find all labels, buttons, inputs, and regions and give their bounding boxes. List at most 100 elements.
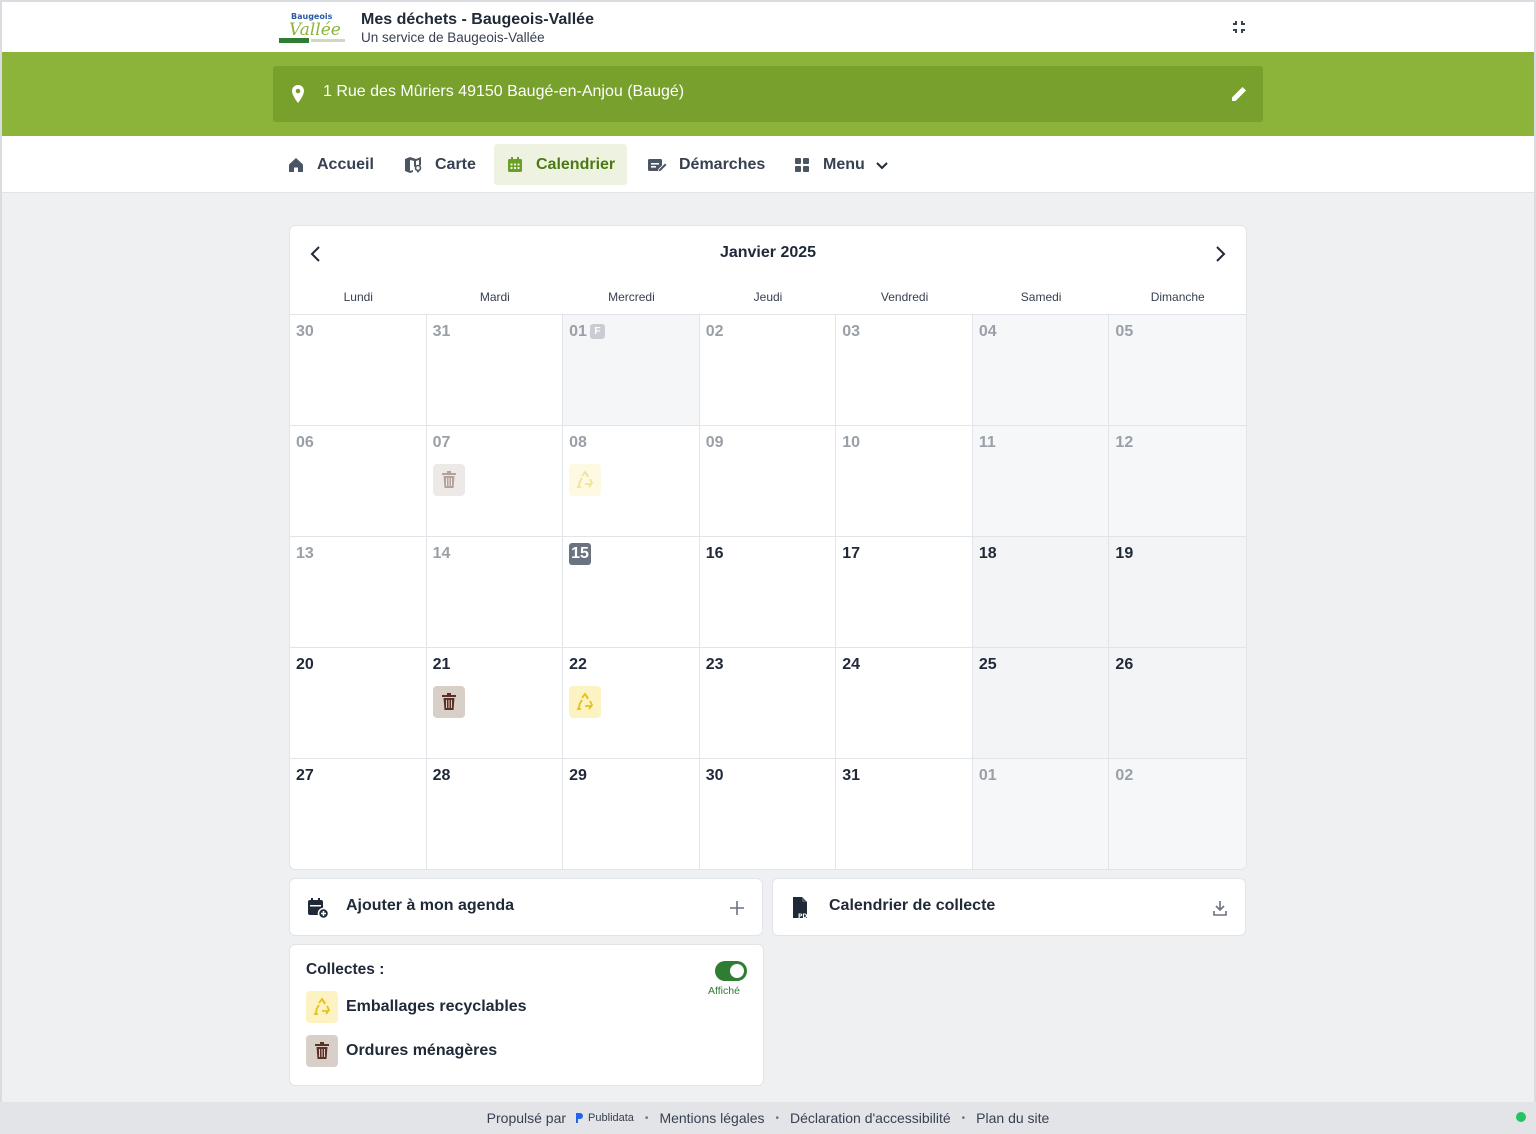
footer-separator: •	[644, 1112, 649, 1124]
map-pin-icon	[289, 84, 307, 104]
svg-text:Vallée: Vallée	[289, 20, 341, 40]
calendar-day[interactable]: 27	[290, 759, 427, 869]
calendar-day[interactable]: 08	[563, 426, 700, 537]
calendar-day[interactable]: 30	[290, 315, 427, 426]
calendar-day[interactable]: 02	[699, 315, 837, 426]
day-number: 02	[1115, 767, 1134, 784]
trash-icon[interactable]	[432, 686, 465, 718]
calendar-day[interactable]: 31	[426, 315, 564, 426]
add-to-agenda-button[interactable]: Ajouter à mon agenda	[289, 878, 763, 936]
download-calendar-label: Calendrier de collecte	[829, 897, 996, 914]
calendar-day[interactable]: 14	[426, 537, 564, 648]
grid-icon	[795, 157, 809, 172]
nav-demarches[interactable]: Démarches	[635, 144, 777, 185]
calendar-day[interactable]: 02	[1109, 759, 1246, 869]
display-toggle-label: Affiché	[708, 985, 740, 997]
nav-carte-label: Carte	[435, 155, 476, 173]
day-number: 15	[569, 543, 591, 565]
calendar-day[interactable]: 25	[972, 648, 1110, 759]
footer: Propulsé par Publidata • Mentions légale…	[0, 1102, 1536, 1134]
accessibility-link[interactable]: Déclaration d'accessibilité	[790, 1110, 951, 1126]
address-selector[interactable]: 1 Rue des Mûriers 49150 Baugé-en-Anjou (…	[273, 66, 1263, 122]
calendar-day[interactable]: 04	[972, 315, 1110, 426]
calendar-day[interactable]: 18	[972, 537, 1110, 648]
weekday-label: Dimanche	[1150, 290, 1205, 304]
pencil-icon[interactable]	[1229, 84, 1249, 104]
calendar-day[interactable]: 11	[972, 426, 1110, 537]
day-number: 19	[1115, 545, 1134, 562]
calendar-day-today[interactable]: 15	[563, 537, 700, 648]
calendar-day[interactable]: 10	[836, 426, 973, 537]
recycle-icon[interactable]	[569, 464, 602, 496]
recycle-icon[interactable]	[569, 686, 602, 718]
add-to-agenda-label: Ajouter à mon agenda	[346, 897, 515, 914]
calendar-day[interactable]: 23	[699, 648, 837, 759]
calendar-day[interactable]: 31	[836, 759, 973, 869]
sitemap-link[interactable]: Plan du site	[976, 1110, 1049, 1126]
baugeois-vallee-logo[interactable]: Baugeois Vallée	[277, 10, 349, 46]
day-number: 02	[705, 323, 724, 340]
day-number: 28	[432, 767, 451, 784]
calendar-day[interactable]: 20	[290, 648, 427, 759]
nav-menu-label: Menu	[823, 155, 865, 173]
map-icon	[405, 156, 422, 173]
calendar-day[interactable]: 01	[972, 759, 1110, 869]
day-number: 23	[705, 656, 724, 673]
calendar-day[interactable]: 13	[290, 537, 427, 648]
day-number: 22	[569, 656, 587, 673]
publidata-link[interactable]: Publidata	[574, 1112, 634, 1124]
day-number: 30	[296, 323, 314, 340]
calendar-day[interactable]: 17	[836, 537, 973, 648]
calendar-day[interactable]: 24	[836, 648, 973, 759]
day-number: 12	[1115, 434, 1134, 451]
app-subtitle: Un service de Baugeois-Vallée	[361, 30, 545, 45]
calendar-day[interactable]: 09	[699, 426, 837, 537]
day-number: 20	[296, 656, 314, 673]
calendar-day[interactable]: 30	[700, 759, 837, 869]
nav-carte[interactable]: Carte	[391, 144, 488, 185]
calendar-day[interactable]: 01 F	[563, 315, 700, 426]
legend-ordures-label: Ordures ménagères	[346, 1042, 498, 1059]
day-number: 11	[978, 434, 996, 451]
display-toggle[interactable]	[715, 961, 747, 981]
day-number: 26	[1115, 656, 1134, 673]
collapse-icon[interactable]	[1228, 16, 1250, 38]
app-title: Mes déchets - Baugeois-Vallée	[361, 11, 594, 28]
trash-icon[interactable]	[432, 464, 465, 496]
calendar-day[interactable]: 21	[426, 648, 564, 759]
trash-icon	[306, 1035, 338, 1067]
calendar-day[interactable]: 22	[563, 648, 700, 759]
calendar-day[interactable]: 19	[1109, 537, 1246, 648]
calendar-day[interactable]: 06	[290, 426, 427, 537]
calendar-day[interactable]: 28	[427, 759, 564, 869]
chevron-right-icon[interactable]	[1210, 244, 1230, 264]
calendar-day[interactable]: 29	[563, 759, 700, 869]
nav-menu[interactable]: Menu	[781, 144, 901, 185]
calendar-day[interactable]: 05	[1109, 315, 1246, 426]
day-number: 08	[569, 434, 587, 451]
day-number: 09	[705, 434, 724, 451]
day-number: 14	[432, 545, 451, 562]
day-number: 18	[978, 545, 997, 562]
chevron-down-icon	[876, 161, 888, 169]
svg-text:PDF: PDF	[798, 913, 811, 920]
footer-separator: •	[961, 1112, 966, 1124]
calendar-icon	[508, 156, 522, 172]
download-calendar-button[interactable]: PDF Calendrier de collecte	[772, 878, 1246, 936]
calendar-day[interactable]: 07	[426, 426, 564, 537]
mentions-legales-link[interactable]: Mentions légales	[659, 1110, 764, 1126]
nav-accueil-label: Accueil	[317, 155, 374, 173]
calendar-day[interactable]: 03	[836, 315, 973, 426]
nav-calendrier[interactable]: Calendrier	[494, 144, 628, 185]
plus-icon	[728, 899, 746, 917]
day-number: 29	[569, 767, 587, 784]
recycle-icon	[306, 991, 338, 1023]
nav-accueil[interactable]: Accueil	[275, 144, 386, 185]
day-number: 01	[569, 323, 587, 340]
calendar-day[interactable]: 26	[1109, 648, 1246, 759]
top-header: Baugeois Vallée Mes déchets - Baugeois-V…	[2, 2, 1534, 52]
day-number: 31	[432, 323, 451, 340]
calendar-day[interactable]: 12	[1109, 426, 1246, 537]
calendar-day[interactable]: 16	[699, 537, 837, 648]
day-number: 24	[842, 656, 861, 673]
